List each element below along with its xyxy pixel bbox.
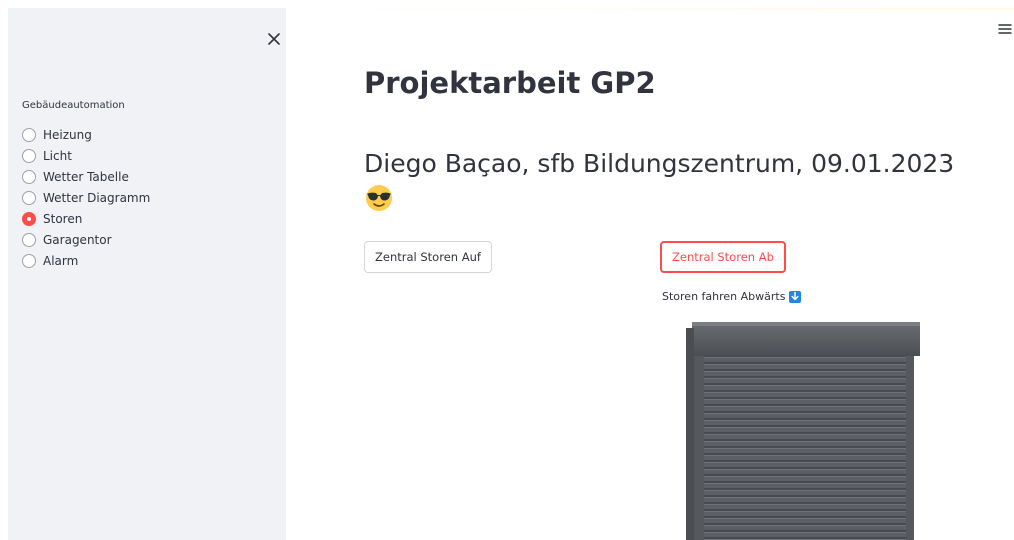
radio-option-licht[interactable]: Licht — [22, 145, 150, 166]
radio-option-wetter-tabelle[interactable]: Wetter Tabelle — [22, 166, 150, 187]
hamburger-icon — [998, 24, 1012, 34]
sidebar: Gebäudeautomation Heizung Licht Wetter T… — [8, 8, 286, 540]
radio-button[interactable] — [22, 232, 36, 247]
radio-button-selected[interactable] — [22, 211, 36, 226]
radio-button[interactable] — [22, 169, 36, 184]
subtitle-text: Diego Baçao, sfb Bildungszentrum, 09.01.… — [364, 149, 955, 178]
radio-button[interactable] — [22, 190, 36, 205]
page-title: Projektarbeit GP2 — [364, 66, 656, 100]
main-menu-button[interactable] — [998, 20, 1014, 36]
radio-option-label: Heizung — [43, 127, 92, 142]
radio-option-label: Wetter Diagramm — [43, 190, 151, 205]
close-sidebar-button[interactable] — [263, 28, 285, 50]
sunglasses-emoji-icon — [364, 181, 394, 211]
radio-button[interactable] — [22, 148, 36, 163]
radio-option-label: Storen — [43, 211, 83, 226]
radio-option-label: Licht — [43, 148, 72, 163]
page-subtitle: Diego Baçao, sfb Bildungszentrum, 09.01.… — [364, 148, 984, 212]
radio-option-storen[interactable]: Storen — [22, 208, 150, 229]
close-icon — [268, 33, 280, 45]
radio-group-label: Gebäudeautomation — [22, 100, 125, 111]
radio-option-garagentor[interactable]: Garagentor — [22, 229, 150, 250]
radio-button[interactable] — [22, 127, 36, 142]
storen-auf-button[interactable]: Zentral Storen Auf — [364, 241, 492, 273]
radio-option-heizung[interactable]: Heizung — [22, 124, 150, 145]
status-message: Storen fahren Abwärts — [662, 290, 802, 303]
radio-option-wetter-diagramm[interactable]: Wetter Diagramm — [22, 187, 150, 208]
roller-shutter-image — [686, 322, 922, 540]
arrow-down-icon — [789, 290, 802, 303]
radio-option-label: Wetter Tabelle — [43, 169, 129, 184]
radio-group: Heizung Licht Wetter Tabelle Wetter Diag… — [22, 124, 150, 271]
radio-option-label: Garagentor — [43, 232, 112, 247]
radio-option-alarm[interactable]: Alarm — [22, 250, 150, 271]
radio-option-label: Alarm — [43, 253, 79, 268]
storen-ab-button[interactable]: Zentral Storen Ab — [660, 241, 786, 273]
header-decoration — [286, 8, 1014, 10]
radio-button[interactable] — [22, 253, 36, 268]
status-text: Storen fahren Abwärts — [662, 290, 786, 303]
